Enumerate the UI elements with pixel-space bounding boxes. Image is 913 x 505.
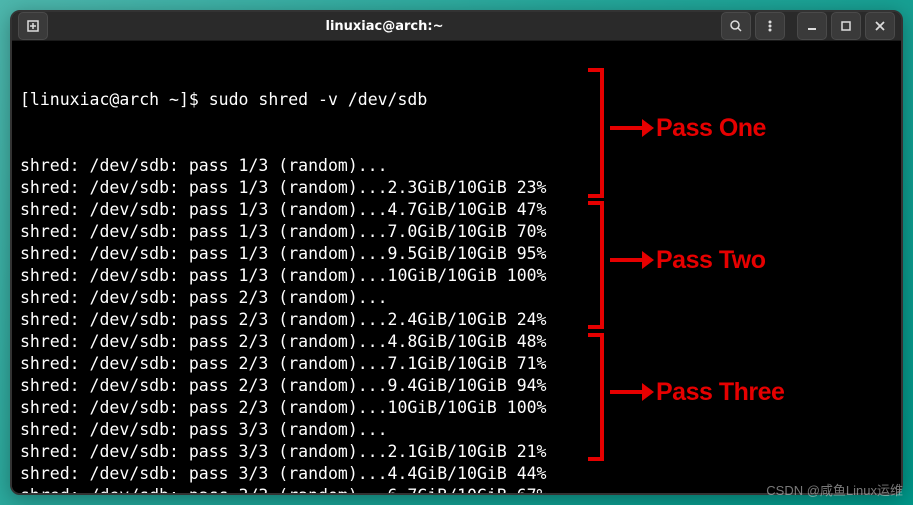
output-line: shred: /dev/sdb: pass 3/3 (random)...6.7… xyxy=(20,485,893,495)
annotation-pass3: Pass Three xyxy=(656,381,784,403)
output-line: shred: /dev/sdb: pass 1/3 (random)...7.0… xyxy=(20,221,893,243)
search-button[interactable] xyxy=(721,12,751,40)
output-line: shred: /dev/sdb: pass 3/3 (random)... xyxy=(20,419,893,441)
output-line: shred: /dev/sdb: pass 3/3 (random)...2.1… xyxy=(20,441,893,463)
output-line: shred: /dev/sdb: pass 1/3 (random)...2.3… xyxy=(20,177,893,199)
bracket-pass2 xyxy=(594,201,604,329)
output-line: shred: /dev/sdb: pass 2/3 (random)...2.4… xyxy=(20,309,893,331)
titlebar: linuxiac@arch:~ xyxy=(12,12,901,41)
terminal-window: linuxiac@arch:~ [linuxiac@arch ~]$ sudo … xyxy=(10,10,903,495)
bracket-pass3 xyxy=(594,333,604,461)
arrow-pass3: Pass Three xyxy=(610,381,784,403)
output-lines: shred: /dev/sdb: pass 1/3 (random)...shr… xyxy=(20,155,893,495)
close-button[interactable] xyxy=(865,12,895,40)
command-line: [linuxiac@arch ~]$ sudo shred -v /dev/sd… xyxy=(20,89,893,111)
output-line: shred: /dev/sdb: pass 2/3 (random)... xyxy=(20,287,893,309)
output-line: shred: /dev/sdb: pass 1/3 (random)...4.7… xyxy=(20,199,893,221)
output-line: shred: /dev/sdb: pass 2/3 (random)...4.8… xyxy=(20,331,893,353)
output-line: shred: /dev/sdb: pass 3/3 (random)...4.4… xyxy=(20,463,893,485)
bracket-pass1 xyxy=(594,68,604,198)
output-line: shred: /dev/sdb: pass 1/3 (random)... xyxy=(20,155,893,177)
prompt: [linuxiac@arch ~]$ xyxy=(20,90,209,109)
terminal-content[interactable]: [linuxiac@arch ~]$ sudo shred -v /dev/sd… xyxy=(12,41,901,495)
watermark: CSDN @咸鱼Linux运维 xyxy=(766,480,903,499)
window-title: linuxiac@arch:~ xyxy=(326,19,444,34)
annotation-pass1: Pass One xyxy=(656,117,766,139)
new-tab-button[interactable] xyxy=(18,12,48,40)
annotation-pass2: Pass Two xyxy=(656,249,765,271)
output-line: shred: /dev/sdb: pass 2/3 (random)...7.1… xyxy=(20,353,893,375)
minimize-button[interactable] xyxy=(797,12,827,40)
arrow-pass2: Pass Two xyxy=(610,249,765,271)
command: sudo shred -v /dev/sdb xyxy=(209,90,428,109)
maximize-button[interactable] xyxy=(831,12,861,40)
arrow-pass1: Pass One xyxy=(610,117,766,139)
menu-button[interactable] xyxy=(755,12,785,40)
